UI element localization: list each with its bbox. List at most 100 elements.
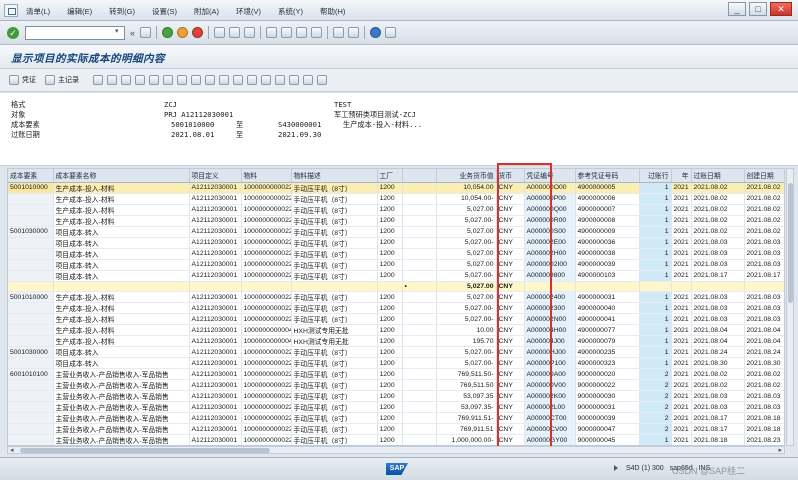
table-row[interactable]: 生产成本-投入-材料 A12112030001 1000000000022 手动压平机… [8, 215, 784, 227]
column-header[interactable]: 成本要素名称 [53, 169, 190, 183]
change-layout-icon[interactable] [177, 75, 187, 85]
print-preview-icon[interactable] [317, 75, 327, 85]
voucher-button[interactable]: 凭证 [9, 75, 36, 85]
table-row[interactable]: 生产成本-投入-材料 A12112030001 1000000000022 手动压平机… [8, 193, 784, 205]
select-layout-icon[interactable] [191, 75, 201, 85]
menu-goto[interactable]: 转到(G) [109, 6, 135, 17]
column-header[interactable]: 凭证编号 [524, 169, 576, 183]
horizontal-scrollbar[interactable]: ◂ ▸ [7, 446, 785, 454]
new-session-icon[interactable] [333, 27, 345, 38]
save-layout-icon[interactable] [205, 75, 215, 85]
excel-icon[interactable] [247, 75, 257, 85]
back-icon[interactable] [162, 27, 174, 38]
abc-analysis-icon[interactable] [275, 75, 285, 85]
column-header[interactable]: 创建日期 [744, 169, 784, 183]
total-icon[interactable] [149, 75, 159, 85]
table-cell: 2021.08.02 [744, 193, 784, 205]
command-dropdown-icon[interactable]: ▾ [115, 27, 119, 35]
column-header[interactable]: 参考凭证号码 [575, 169, 640, 183]
subtotal-row[interactable]: • 5,027.00 CNY [8, 281, 784, 293]
command-field[interactable] [25, 26, 125, 40]
shortcut-icon[interactable] [348, 27, 360, 38]
maximize-button[interactable]: □ [749, 2, 767, 16]
sort-ascending-icon[interactable] [107, 75, 117, 85]
information-icon[interactable] [303, 75, 313, 85]
table-row[interactable]: 项目成本-转入 A12112030001 1000000000022 手动压平机（8寸… [8, 357, 784, 370]
column-header[interactable]: 货币 [496, 169, 525, 183]
table-row[interactable]: 主营业务收入-产品销售收入-军品销售 A12112030001 1000000000… [8, 423, 784, 436]
layout-menu-icon[interactable] [385, 27, 397, 38]
table-row[interactable]: 5001010000 生产成本-投入-材料 A12112030001 10000000… [8, 182, 784, 194]
menu-environment[interactable]: 环境(V) [236, 6, 261, 17]
table-row[interactable]: 5001030000 项目成本-转入 A12112030001 10000000000… [8, 346, 784, 359]
column-header[interactable]: 年 [671, 169, 692, 183]
sort-descending-icon[interactable] [121, 75, 131, 85]
menu-edit[interactable]: 编辑(E) [67, 6, 92, 17]
back-chevron-icon[interactable]: « [130, 28, 135, 38]
column-header[interactable]: 过账日期 [691, 169, 745, 183]
table-row[interactable]: 主营业务收入-产品销售收入-军品销售 A12112030001 1000000000… [8, 379, 784, 392]
find-next-icon[interactable] [244, 27, 256, 38]
column-header[interactable]: 工厂 [377, 169, 403, 183]
table-cell: A12112030001 [189, 434, 242, 445]
sap-window-icon[interactable] [4, 4, 18, 17]
table-row[interactable]: 生产成本-投入-材料 A12112030001 1000000000022 手动压平机… [8, 204, 784, 216]
print-icon[interactable] [214, 27, 226, 38]
menu-help[interactable]: 帮助(H) [320, 6, 345, 17]
graphic-icon[interactable] [219, 75, 229, 85]
vertical-scrollbar[interactable] [786, 168, 794, 446]
table-row[interactable]: 主营业务收入-产品销售收入-军品销售 A12112030001 1000000000… [8, 401, 784, 414]
column-header[interactable]: 物料描述 [291, 169, 378, 183]
master-record-button[interactable]: 主记录 [45, 75, 79, 85]
menu-extras[interactable]: 附加(A) [194, 6, 219, 17]
column-header[interactable]: 物料 [241, 169, 292, 183]
table-row[interactable]: 项目成本-转入 A12112030001 1000000000022 手动压平机（8寸… [8, 259, 784, 271]
column-header[interactable]: 业务货币值 [436, 169, 497, 183]
export-icon[interactable] [233, 75, 243, 85]
first-page-icon[interactable] [266, 27, 278, 38]
find-icon[interactable] [229, 27, 241, 38]
next-page-icon[interactable] [296, 27, 308, 38]
filter-icon[interactable] [135, 75, 145, 85]
table-row[interactable]: 生产成本-投入-材料 A12112030001 1000000000022 手动压平机… [8, 302, 784, 315]
table-row[interactable]: 6001010100 主营业务收入-产品销售收入-军品销售 A12112030001… [8, 368, 784, 381]
table-cell: 2021.08.03 [744, 401, 784, 414]
last-page-icon[interactable] [311, 27, 323, 38]
menu-system[interactable]: 系统(Y) [278, 6, 303, 17]
scroll-left-arrow-icon[interactable]: ◂ [10, 446, 14, 454]
table-row[interactable]: 5001010000 生产成本-投入-材料 A12112030001 10000000… [8, 291, 784, 304]
help-icon[interactable] [370, 27, 382, 38]
cancel-icon[interactable] [192, 27, 204, 38]
system-info-toggle-icon[interactable] [614, 465, 618, 472]
menu-settings[interactable]: 设置(S) [152, 6, 177, 17]
word-processing-icon[interactable] [261, 75, 271, 85]
table-row[interactable]: 生产成本-投入-材料 A12112030001 1000000000022 手动压平机… [8, 313, 784, 326]
table-row[interactable]: 主营业务收入-产品销售收入-军品销售 A12112030001 1000000000… [8, 412, 784, 425]
table-row[interactable]: 主营业务收入-产品销售收入-军品销售 A12112030001 1000000000… [8, 390, 784, 403]
table-cell: 2021.08.17 [691, 412, 745, 425]
exit-icon[interactable] [177, 27, 189, 38]
send-icon[interactable] [289, 75, 299, 85]
column-header[interactable]: 过账行 [639, 169, 672, 183]
details-icon[interactable] [93, 75, 103, 85]
table-row[interactable]: 项目成本-转入 A12112030001 1000000000022 手动压平机（8寸… [8, 248, 784, 260]
save-icon[interactable] [140, 27, 152, 38]
table-row[interactable]: 项目成本-转入 A12112030001 1000000000022 手动压平机（8寸… [8, 270, 784, 282]
table-row[interactable]: 生产成本-投入-材料 A12112030001 1000000000004 HXH测试… [8, 335, 784, 348]
column-header[interactable]: 成本要素 [8, 169, 54, 183]
enter-check-icon[interactable]: ✓ [7, 27, 19, 39]
previous-page-icon[interactable] [281, 27, 293, 38]
subtotal-icon[interactable] [163, 75, 173, 85]
minimize-button[interactable]: _ [728, 2, 746, 16]
column-header[interactable]: 项目定义 [189, 169, 242, 183]
table-row[interactable]: 主营业务收入-产品销售收入-军品销售 A12112030001 1000000000… [8, 434, 784, 445]
column-header[interactable] [402, 169, 437, 183]
horizontal-scroll-thumb[interactable] [20, 448, 270, 453]
vertical-scroll-thumb[interactable] [788, 183, 793, 303]
table-row[interactable]: 项目成本-转入 A12112030001 1000000000022 手动压平机（8寸… [8, 237, 784, 249]
table-row[interactable]: 生产成本-投入-材料 A12112030001 1000000000004 HXH测试… [8, 324, 784, 337]
menu-list-menu[interactable]: 清单(L) [26, 6, 50, 17]
close-button[interactable]: ✕ [770, 2, 792, 16]
scroll-right-arrow-icon[interactable]: ▸ [778, 446, 782, 454]
table-row[interactable]: 5001030000 项目成本-转入 A12112030001 10000000000… [8, 226, 784, 238]
